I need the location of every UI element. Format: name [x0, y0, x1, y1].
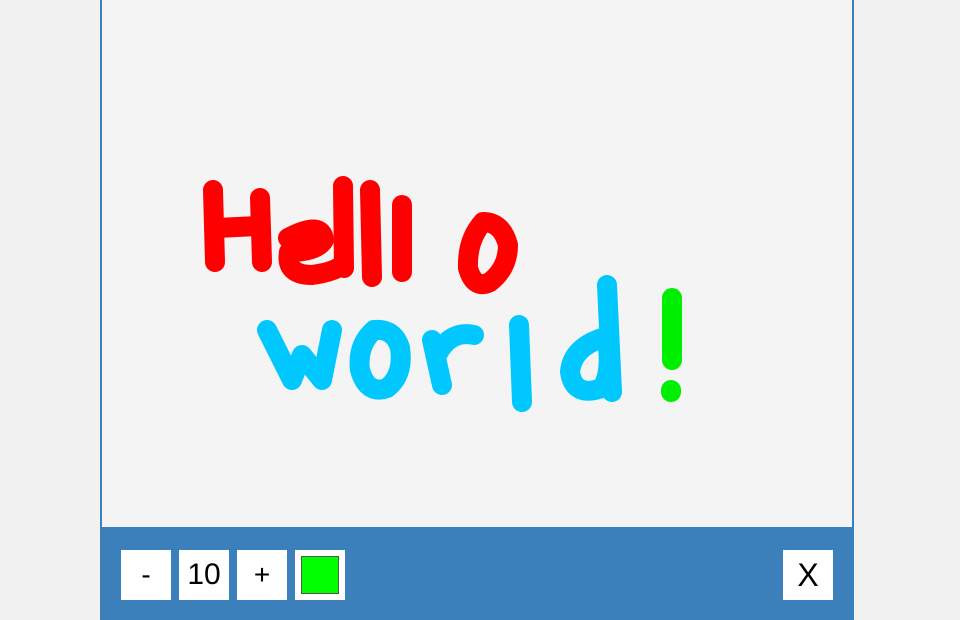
- increase-size-button[interactable]: +: [237, 550, 287, 600]
- stroke-world: [257, 275, 622, 412]
- close-button[interactable]: X: [783, 550, 833, 600]
- drawing-canvas[interactable]: [100, 0, 854, 527]
- brush-size-display: 10: [179, 550, 229, 600]
- decrease-size-button[interactable]: -: [121, 550, 171, 600]
- stroke-exclamation: [661, 288, 682, 402]
- bottom-toolbar: - 10 + X: [100, 527, 854, 620]
- canvas-drawing: [203, 176, 682, 412]
- current-color-swatch: [301, 556, 339, 594]
- drawing-app: - 10 + X: [100, 0, 854, 620]
- stroke-hello: [203, 176, 518, 295]
- color-picker-button[interactable]: [295, 550, 345, 600]
